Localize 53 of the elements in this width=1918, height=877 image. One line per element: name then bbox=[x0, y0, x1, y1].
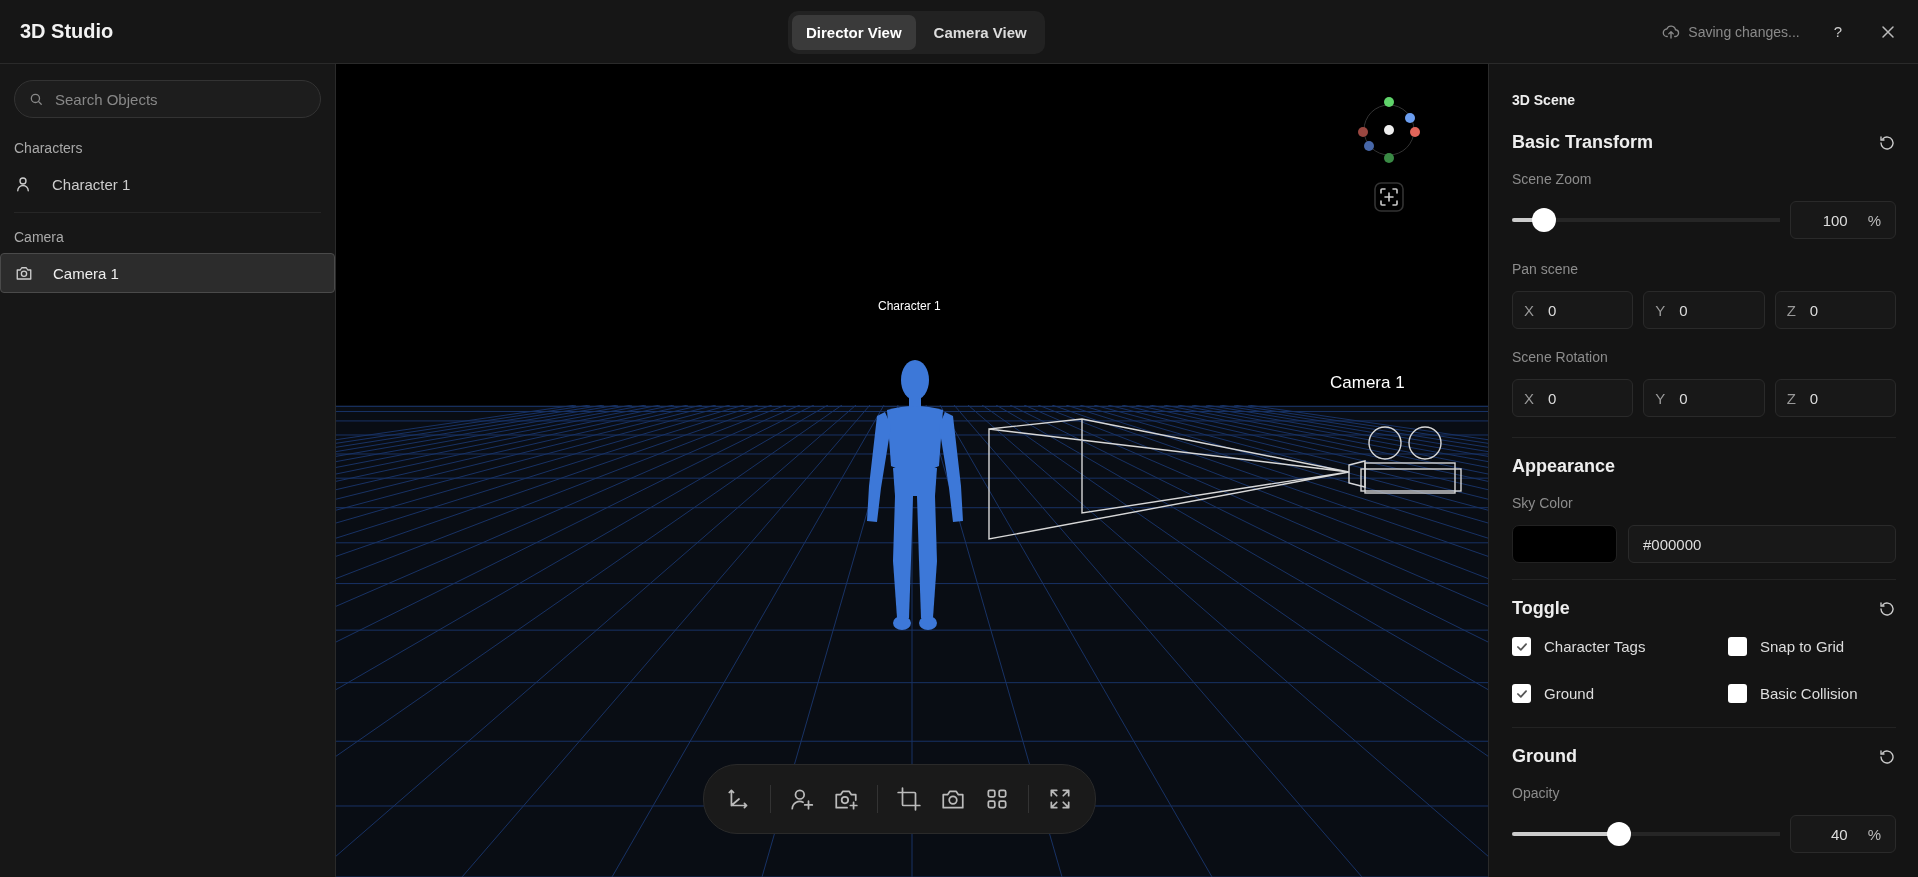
color-swatch[interactable] bbox=[1512, 525, 1617, 563]
section-heading: Basic Transform bbox=[1512, 132, 1654, 153]
checkbox[interactable] bbox=[1512, 637, 1531, 656]
focus-add-icon[interactable] bbox=[1374, 182, 1404, 212]
object-list-item[interactable]: Character 1 bbox=[0, 164, 335, 204]
checkbox-label: Snap to Grid bbox=[1760, 638, 1845, 655]
object-tag: Camera 1 bbox=[1330, 373, 1405, 393]
help-button[interactable]: ? bbox=[1829, 23, 1846, 40]
view-tab[interactable]: Camera View bbox=[919, 15, 1041, 50]
checkbox-label: Ground bbox=[1544, 685, 1595, 702]
field-label: Scene Rotation bbox=[1512, 349, 1609, 365]
axis-field[interactable]: Y 0 bbox=[1643, 379, 1765, 417]
checkbox[interactable] bbox=[1512, 684, 1531, 703]
object-tag: Character 1 bbox=[878, 299, 941, 313]
app-title: 3D Studio bbox=[20, 20, 114, 43]
axis-field[interactable]: Z 0 bbox=[1774, 379, 1896, 417]
checkbox-label: Character Tags bbox=[1544, 638, 1646, 655]
reset-icon[interactable] bbox=[1878, 599, 1896, 618]
section-heading: Ground bbox=[1512, 746, 1577, 767]
section-heading: Toggle bbox=[1512, 598, 1570, 619]
reset-icon[interactable] bbox=[1878, 747, 1896, 766]
search-icon bbox=[29, 92, 43, 106]
checkbox-label: Basic Collision bbox=[1760, 685, 1858, 702]
axis-field[interactable]: Z 0 bbox=[1774, 291, 1896, 329]
reset-icon[interactable] bbox=[1878, 133, 1896, 152]
view-tab[interactable]: Director View bbox=[792, 15, 916, 50]
crop-icon[interactable] bbox=[896, 786, 922, 812]
checkbox[interactable] bbox=[1728, 684, 1747, 703]
checkbox[interactable] bbox=[1728, 637, 1747, 656]
search-field[interactable]: Search Objects bbox=[14, 80, 321, 118]
expand-icon[interactable] bbox=[1047, 786, 1073, 812]
zoom-value-field[interactable]: 100 % bbox=[1790, 201, 1896, 239]
field-label: Pan scene bbox=[1512, 261, 1580, 277]
field-label: Scene Zoom bbox=[1512, 171, 1593, 187]
field-label: Opacity bbox=[1512, 785, 1561, 801]
color-hex-field[interactable]: #000000 bbox=[1628, 525, 1896, 563]
grid-icon[interactable] bbox=[984, 786, 1010, 812]
section-heading: Appearance bbox=[1512, 456, 1616, 477]
axis-field[interactable]: X 0 bbox=[1512, 379, 1634, 417]
unit-label: % bbox=[1867, 211, 1881, 229]
opacity-value-field[interactable]: 40 % bbox=[1790, 815, 1896, 853]
unit-label: % bbox=[1867, 825, 1881, 843]
camera-icon bbox=[15, 264, 33, 282]
group-heading: Characters bbox=[13, 139, 84, 158]
field-label: Sky Color bbox=[1512, 495, 1574, 511]
panel-title: 3D Scene bbox=[1512, 92, 1577, 108]
axis-field[interactable]: X 0 bbox=[1512, 291, 1634, 329]
save-status: Saving changes... bbox=[1688, 23, 1800, 40]
object-list-item[interactable]: Camera 1 bbox=[0, 253, 335, 293]
group-heading: Camera bbox=[13, 228, 65, 247]
cloud-upload-icon bbox=[1662, 22, 1681, 41]
axis-field[interactable]: Y 0 bbox=[1643, 291, 1765, 329]
person-icon bbox=[14, 175, 32, 193]
